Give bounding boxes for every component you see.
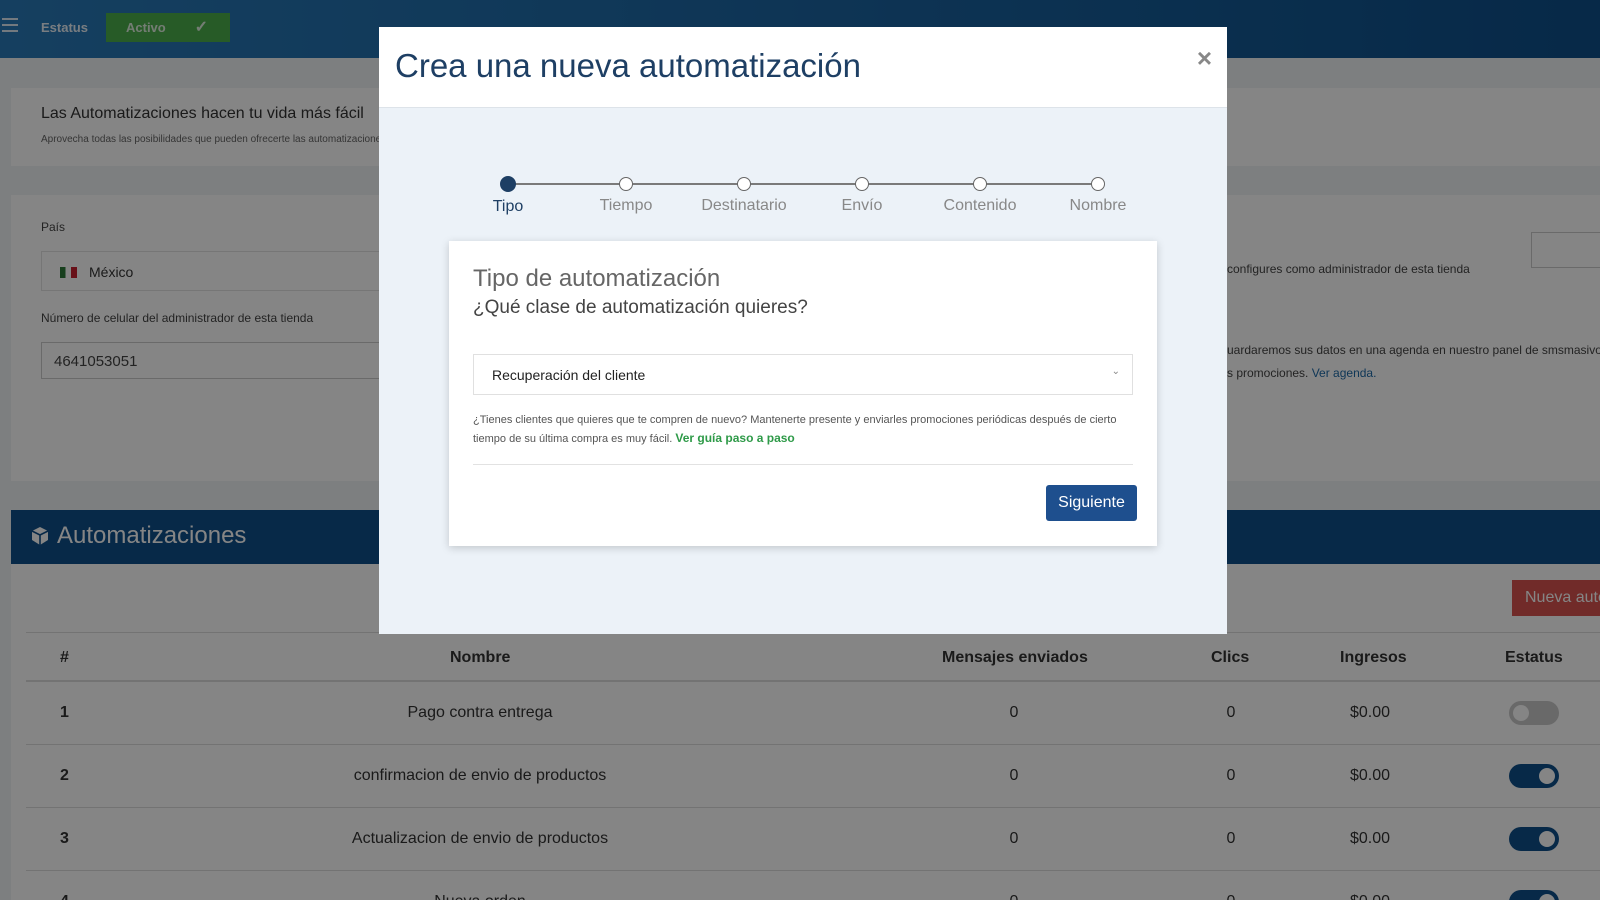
- step-label: Tiempo: [599, 197, 653, 214]
- step-destinatario[interactable]: Destinatario: [684, 177, 804, 215]
- next-button[interactable]: Siguiente: [1046, 485, 1137, 521]
- step-dot: [737, 177, 751, 191]
- type-description: ¿Tienes clientes que quieres que te comp…: [473, 411, 1133, 448]
- divider: [473, 464, 1133, 465]
- wizard-stepper: Tipo Tiempo Destinatario Envío Contenido…: [379, 176, 1227, 237]
- step-label: Envío: [841, 197, 883, 214]
- step-envio[interactable]: Envío: [802, 177, 922, 215]
- modal-header: Crea una nueva automatización ×: [379, 27, 1227, 108]
- guide-link[interactable]: Ver guía paso a paso: [675, 431, 794, 445]
- automation-type-select[interactable]: Recuperación del cliente ⌄: [473, 354, 1133, 395]
- step-label: Tipo: [492, 198, 524, 215]
- modal-title: Crea una nueva automatización: [395, 47, 861, 84]
- step-contenido[interactable]: Contenido: [920, 177, 1040, 215]
- step-nombre[interactable]: Nombre: [1038, 177, 1158, 215]
- automation-type-value: Recuperación del cliente: [492, 367, 646, 383]
- step-dot: [855, 177, 869, 191]
- step-dot: [619, 177, 633, 191]
- step-dot: [973, 177, 987, 191]
- new-automation-modal: Crea una nueva automatización × Tipo Tie…: [379, 27, 1227, 634]
- close-icon[interactable]: ×: [1197, 43, 1212, 74]
- step-dot: [500, 176, 516, 192]
- type-card-title: Tipo de automatización: [473, 265, 721, 292]
- step-tipo[interactable]: Tipo: [448, 176, 568, 216]
- step-label: Contenido: [943, 197, 1017, 214]
- step-dot: [1091, 177, 1105, 191]
- type-card-subtitle: ¿Qué clase de automatización quieres?: [473, 297, 808, 318]
- step-label: Destinatario: [701, 197, 787, 214]
- chevron-down-icon: ⌄: [1111, 366, 1120, 377]
- step-tiempo[interactable]: Tiempo: [566, 177, 686, 215]
- type-card: Tipo de automatización ¿Qué clase de aut…: [449, 241, 1157, 546]
- step-label: Nombre: [1069, 197, 1127, 214]
